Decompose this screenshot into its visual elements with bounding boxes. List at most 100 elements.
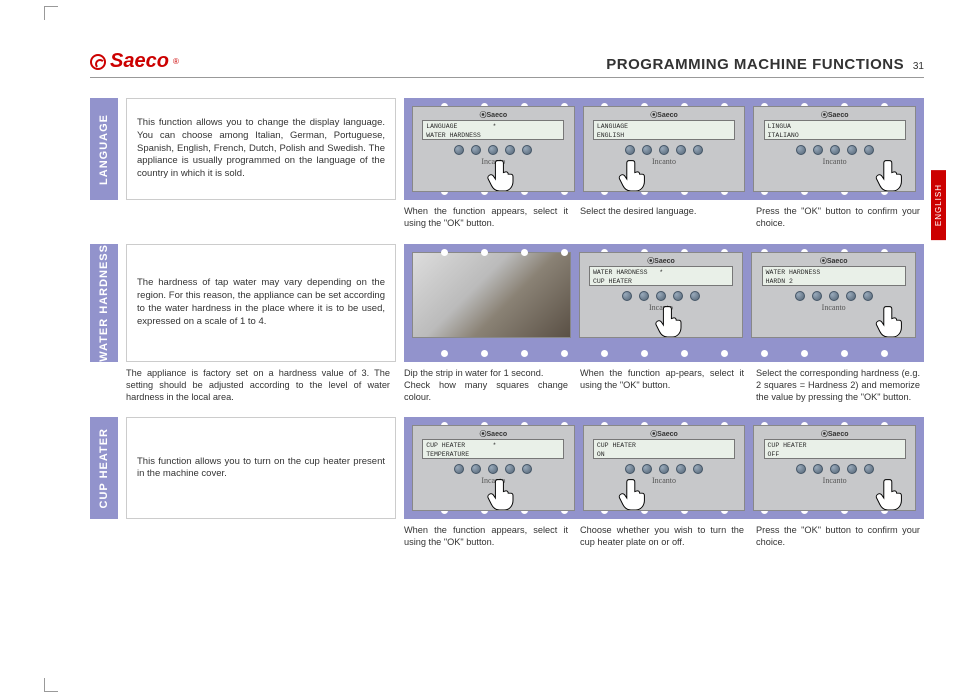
- panel-button[interactable]: [642, 464, 652, 474]
- section-band-water: WATER HARDNESS: [90, 244, 118, 362]
- panel-brand: ⦿Saeco: [820, 256, 848, 266]
- test-strip-photo: [412, 252, 571, 338]
- page-number: 31: [913, 61, 924, 72]
- caption: Select the corresponding hardness (e.g. …: [756, 368, 924, 404]
- panel-button[interactable]: [656, 291, 666, 301]
- panel-button[interactable]: [690, 291, 700, 301]
- model-script: Incanto: [652, 476, 676, 485]
- hand-pointer-icon: [618, 476, 650, 511]
- panel-button[interactable]: [847, 145, 857, 155]
- section-cup-heater: CUP HEATER This function allows you to t…: [90, 417, 924, 519]
- panel-brand: ⦿Saeco: [647, 256, 675, 266]
- button-row: [454, 145, 532, 155]
- language-panels: ⦿Saeco LANGUAGE * WATER HARDNESS Incanto…: [404, 98, 924, 200]
- panel-button[interactable]: [812, 291, 822, 301]
- button-row: [625, 145, 703, 155]
- caption: Select the desired lan­guage.: [580, 206, 748, 230]
- panel-button[interactable]: [673, 291, 683, 301]
- machine-panel: ⦿Saeco LANGUAGE * WATER HARDNESS Incanto: [412, 106, 575, 192]
- caption: Dip the strip in water for 1 second. Che…: [404, 368, 572, 404]
- panel-button[interactable]: [847, 464, 857, 474]
- cup-panels: ⦿Saeco CUP HEATER * TEMPERATURE Incanto …: [404, 417, 924, 519]
- panel-brand: ⦿Saeco: [480, 110, 508, 120]
- panel-button[interactable]: [454, 145, 464, 155]
- panel-button[interactable]: [505, 464, 515, 474]
- panel-button[interactable]: [454, 464, 464, 474]
- panel-brand: ⦿Saeco: [650, 429, 678, 439]
- lcd-display: CUP HEATER * TEMPERATURE: [422, 439, 564, 459]
- panel-button[interactable]: [505, 145, 515, 155]
- panel-button[interactable]: [829, 291, 839, 301]
- language-captions: When the function ap­pears, select it us…: [126, 206, 924, 230]
- lcd-display: WATER HARDNESS * CUP HEATER: [589, 266, 733, 286]
- model-script: Incanto: [822, 303, 846, 312]
- panel-button[interactable]: [471, 145, 481, 155]
- language-description: This function allows you to change the d…: [126, 98, 396, 200]
- section-band-cup: CUP HEATER: [90, 417, 118, 519]
- lcd-display: LANGUAGE ENGLISH: [593, 120, 735, 140]
- panel-button[interactable]: [639, 291, 649, 301]
- button-row: [796, 145, 874, 155]
- panel-button[interactable]: [846, 291, 856, 301]
- language-tab: ENGLISH: [931, 170, 946, 240]
- panel-button[interactable]: [522, 145, 532, 155]
- panel-button[interactable]: [693, 145, 703, 155]
- model-script: Incanto: [823, 157, 847, 166]
- panel-button[interactable]: [659, 145, 669, 155]
- hand-pointer-icon: [875, 157, 907, 192]
- panel-button[interactable]: [796, 464, 806, 474]
- panel-button[interactable]: [676, 145, 686, 155]
- lcd-display: LINGUA ITALIANO: [764, 120, 906, 140]
- water-sub-description: The appliance is factory set on a hardne…: [126, 368, 396, 404]
- water-description: The hardness of tap water may vary depen…: [126, 244, 396, 362]
- panel-button[interactable]: [676, 464, 686, 474]
- panel-button[interactable]: [830, 145, 840, 155]
- section-label: CUP HEATER: [98, 428, 110, 509]
- section-band-language: LANGUAGE: [90, 98, 118, 200]
- cup-description: This function allows you to turn on the …: [126, 417, 396, 519]
- panel-button[interactable]: [642, 145, 652, 155]
- panel-button[interactable]: [625, 145, 635, 155]
- page-title-wrap: PROGRAMMING MACHINE FUNCTIONS 31: [606, 56, 924, 73]
- machine-panel: ⦿Saeco CUP HEATER * TEMPERATURE Incanto: [412, 425, 575, 511]
- panel-button[interactable]: [813, 145, 823, 155]
- cup-captions: When the function ap­pears, select it us…: [126, 525, 924, 549]
- lcd-display: LANGUAGE * WATER HARDNESS: [422, 120, 564, 140]
- panel-brand: ⦿Saeco: [650, 110, 678, 120]
- brand-logo: Saeco ®: [90, 50, 179, 73]
- panel-brand: ⦿Saeco: [821, 110, 849, 120]
- model-script: Incanto: [823, 476, 847, 485]
- machine-panel: ⦿Saeco LINGUA ITALIANO Incanto: [753, 106, 916, 192]
- panel-button[interactable]: [622, 291, 632, 301]
- panel-button[interactable]: [488, 145, 498, 155]
- button-row: [796, 464, 874, 474]
- hand-pointer-icon: [487, 476, 519, 511]
- panel-button[interactable]: [625, 464, 635, 474]
- hand-pointer-icon: [618, 157, 650, 192]
- panel-button[interactable]: [471, 464, 481, 474]
- panel-button[interactable]: [813, 464, 823, 474]
- panel-button[interactable]: [864, 464, 874, 474]
- panel-brand: ⦿Saeco: [821, 429, 849, 439]
- panel-button[interactable]: [864, 145, 874, 155]
- panel-button[interactable]: [522, 464, 532, 474]
- panel-button[interactable]: [488, 464, 498, 474]
- panel-button[interactable]: [795, 291, 805, 301]
- panel-button[interactable]: [863, 291, 873, 301]
- hand-pointer-icon: [875, 303, 907, 338]
- panel-button[interactable]: [659, 464, 669, 474]
- panel-brand: ⦿Saeco: [480, 429, 508, 439]
- button-row: [454, 464, 532, 474]
- section-water-hardness: WATER HARDNESS The hardness of tap water…: [90, 244, 924, 362]
- hand-pointer-icon: [655, 303, 687, 338]
- panel-button[interactable]: [693, 464, 703, 474]
- brand-name: Saeco: [110, 50, 169, 73]
- page-title: PROGRAMMING MACHINE FUNCTIONS: [606, 56, 904, 73]
- machine-panel: ⦿Saeco LANGUAGE ENGLISH Incanto: [583, 106, 746, 192]
- panel-button[interactable]: [796, 145, 806, 155]
- machine-panel: ⦿Saeco CUP HEATER ON Incanto: [583, 425, 746, 511]
- panel-button[interactable]: [830, 464, 840, 474]
- caption: Choose whether you wish to turn the cup …: [580, 525, 748, 549]
- hand-pointer-icon: [875, 476, 907, 511]
- button-row: [622, 291, 700, 301]
